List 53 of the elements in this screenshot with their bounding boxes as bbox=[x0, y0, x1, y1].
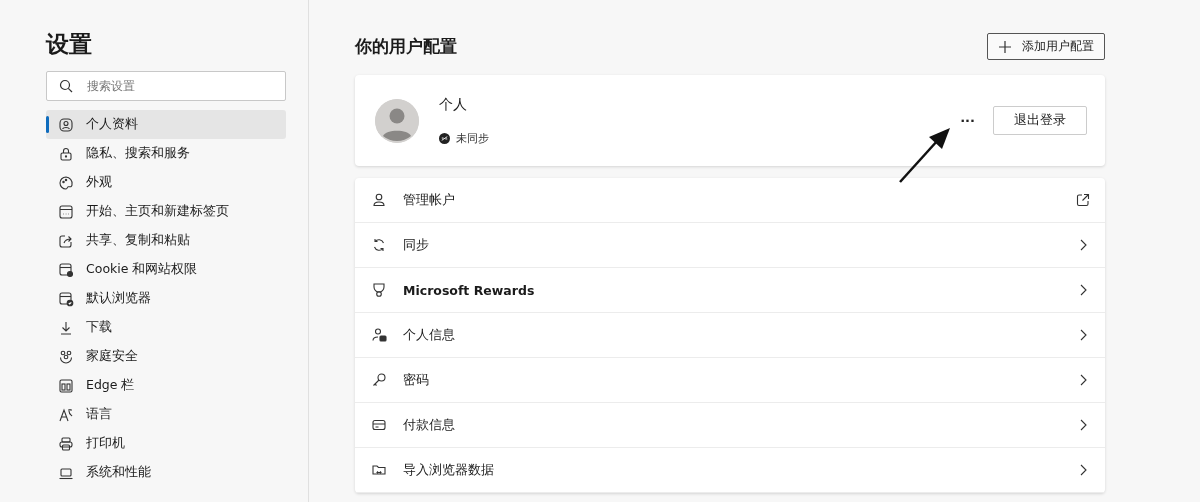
settings-row[interactable]: 密码 bbox=[355, 358, 1105, 403]
sync-status: 未同步 bbox=[456, 131, 489, 146]
sidebar-item[interactable]: 个人资料 bbox=[46, 110, 286, 139]
more-button[interactable]: ··· bbox=[956, 114, 979, 127]
settings-row[interactable]: 同步 bbox=[355, 223, 1105, 268]
settings-row[interactable]: 个人信息 bbox=[355, 313, 1105, 358]
add-profile-button[interactable]: 添加用户配置 bbox=[987, 33, 1105, 60]
palette-icon bbox=[58, 174, 74, 191]
lock-icon bbox=[58, 145, 74, 162]
avatar-icon bbox=[375, 98, 419, 143]
printer-icon bbox=[58, 435, 74, 452]
sidebar-item[interactable]: 系统和性能 bbox=[46, 458, 286, 487]
key-icon bbox=[371, 372, 387, 388]
sidebar-panel-icon bbox=[58, 377, 74, 394]
person-card-icon bbox=[371, 327, 387, 343]
settings-title: 设置 bbox=[46, 30, 93, 59]
sidebar-item[interactable]: 语言 bbox=[46, 400, 286, 429]
settings-row[interactable]: 导入浏览器数据 bbox=[355, 448, 1105, 493]
sidebar-item[interactable]: 下载 bbox=[46, 313, 286, 342]
new-tab-icon bbox=[58, 203, 74, 220]
trophy-icon bbox=[371, 282, 387, 298]
profile-name: 个人 bbox=[439, 95, 468, 114]
sync-off-icon bbox=[439, 133, 450, 144]
sidebar-item[interactable]: 打印机 bbox=[46, 429, 286, 458]
settings-row[interactable]: Microsoft Rewards bbox=[355, 268, 1105, 313]
person-icon bbox=[371, 192, 387, 208]
sidebar-item[interactable]: 隐私、搜索和服务 bbox=[46, 139, 286, 168]
profile-icon bbox=[58, 116, 74, 133]
folder-arrows-icon bbox=[371, 462, 387, 478]
download-icon bbox=[58, 319, 74, 336]
sidebar-item[interactable]: 开始、主页和新建标签页 bbox=[46, 197, 286, 226]
language-icon bbox=[58, 406, 74, 423]
sidebar-item[interactable]: 外观 bbox=[46, 168, 286, 197]
sidebar-item[interactable]: Cookie 和网站权限 bbox=[46, 255, 286, 284]
sidebar-item[interactable]: 共享、复制和粘贴 bbox=[46, 226, 286, 255]
external-link-icon bbox=[1075, 192, 1091, 208]
family-icon bbox=[58, 348, 74, 365]
settings-row[interactable]: 付款信息 bbox=[355, 403, 1105, 448]
page-title: 你的用户配置 bbox=[355, 35, 457, 58]
cookie-window-icon bbox=[58, 261, 74, 278]
search-field[interactable]: 搜索设置 bbox=[46, 71, 286, 101]
share-icon bbox=[58, 232, 74, 249]
sign-out-button[interactable]: 退出登录 bbox=[993, 106, 1087, 135]
search-icon bbox=[59, 79, 73, 93]
sidebar-item[interactable]: Edge 栏 bbox=[46, 371, 286, 400]
plus-icon bbox=[998, 39, 1012, 54]
card-icon bbox=[371, 417, 387, 433]
sidebar-item[interactable]: 默认浏览器 bbox=[46, 284, 286, 313]
browser-check-icon bbox=[58, 290, 74, 307]
settings-row[interactable]: 管理帐户 bbox=[355, 178, 1105, 223]
sync-icon bbox=[371, 237, 387, 253]
annotation-arrow bbox=[896, 126, 952, 184]
sidebar-item[interactable]: 家庭安全 bbox=[46, 342, 286, 371]
